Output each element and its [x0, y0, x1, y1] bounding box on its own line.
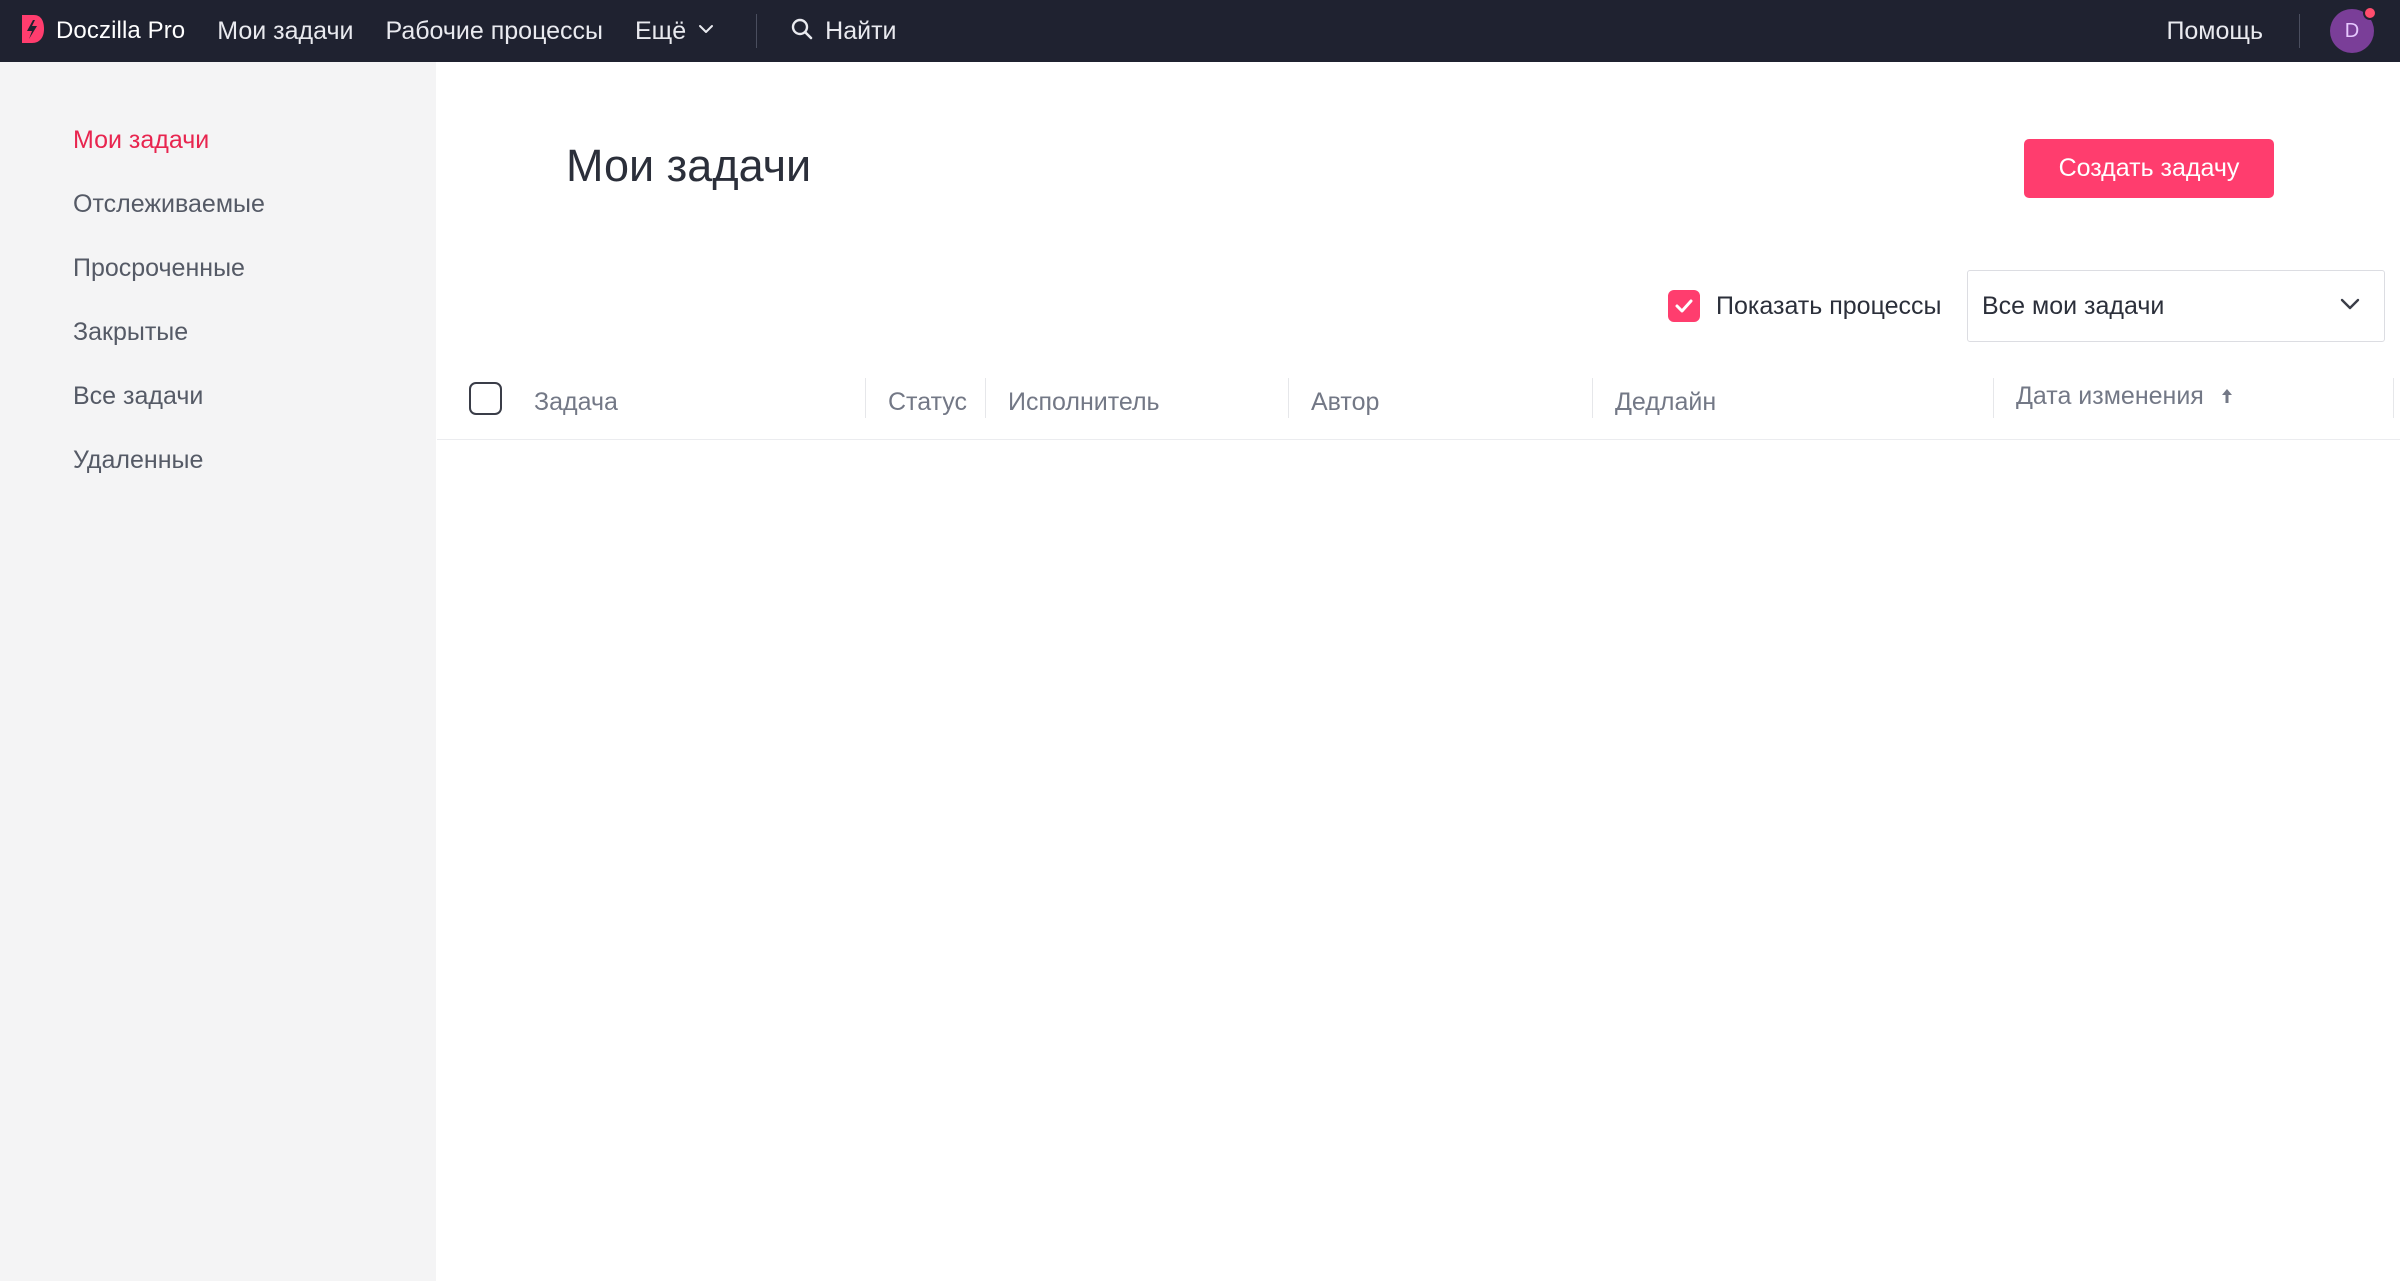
sidebar-item-my-tasks[interactable]: Мои задачи — [73, 126, 209, 155]
select-all-checkbox[interactable] — [469, 382, 502, 415]
column-divider — [985, 378, 986, 418]
task-table-body — [437, 441, 2400, 1281]
brand-name: Doczilla Pro — [56, 17, 186, 44]
sidebar-item-watched[interactable]: Отслеживаемые — [73, 190, 265, 219]
show-processes-toggle[interactable]: Показать процессы — [1668, 290, 1941, 322]
sidebar-item-all-tasks[interactable]: Все задачи — [73, 382, 203, 411]
nav-workflows[interactable]: Рабочие процессы — [385, 17, 603, 46]
column-divider — [865, 378, 866, 418]
search-button[interactable]: Найти — [789, 16, 897, 47]
top-navigation-bar: Doczilla Pro Мои задачи Рабочие процессы… — [0, 0, 2400, 62]
column-assignee[interactable]: Исполнитель — [1008, 388, 1160, 417]
help-link[interactable]: Помощь — [2166, 17, 2263, 46]
column-divider — [2393, 378, 2394, 418]
nav-my-tasks[interactable]: Мои задачи — [217, 17, 353, 46]
notification-dot — [2363, 6, 2377, 20]
chevron-down-icon — [686, 17, 716, 46]
task-filter-select[interactable]: Все мои задачи — [1967, 270, 2385, 342]
nav-more-label: Ещё — [635, 16, 687, 45]
create-task-button[interactable]: Создать задачу — [2024, 139, 2274, 198]
search-label: Найти — [825, 16, 897, 45]
sidebar: Мои задачи Отслеживаемые Просроченные За… — [0, 62, 436, 1281]
help-divider — [2299, 14, 2300, 48]
column-author[interactable]: Автор — [1311, 388, 1379, 417]
avatar-initial: D — [2344, 19, 2360, 42]
nav-divider — [756, 14, 758, 48]
brand[interactable]: Doczilla Pro — [18, 13, 185, 50]
task-filter-value: Все мои задачи — [1982, 291, 2165, 320]
doczilla-logo-icon — [18, 13, 46, 50]
sort-ascending-icon — [2219, 383, 2235, 412]
column-status[interactable]: Статус — [888, 388, 967, 417]
search-icon — [789, 16, 815, 47]
user-avatar[interactable]: D — [2330, 6, 2377, 53]
column-modified-date[interactable]: Дата изменения — [2016, 382, 2235, 412]
column-modified-date-label: Дата изменения — [2016, 382, 2204, 410]
show-processes-checkbox[interactable] — [1668, 290, 1700, 322]
column-divider — [1993, 378, 1994, 418]
checkmark-icon — [1675, 299, 1693, 313]
column-task[interactable]: Задача — [534, 388, 618, 417]
sidebar-item-closed[interactable]: Закрытые — [73, 318, 188, 347]
nav-more-menu[interactable]: Ещё — [635, 17, 716, 46]
chevron-down-icon — [2336, 290, 2384, 323]
page-title: Мои задачи — [566, 140, 812, 191]
column-deadline[interactable]: Дедлайн — [1615, 388, 1716, 417]
column-divider — [1288, 378, 1289, 418]
sidebar-item-deleted[interactable]: Удаленные — [73, 446, 203, 475]
task-table-header: Задача Статус Исполнитель Автор Дедлайн … — [437, 372, 2400, 440]
column-divider — [1592, 378, 1593, 418]
show-processes-label: Показать процессы — [1716, 291, 1942, 320]
sidebar-item-overdue[interactable]: Просроченные — [73, 254, 245, 283]
